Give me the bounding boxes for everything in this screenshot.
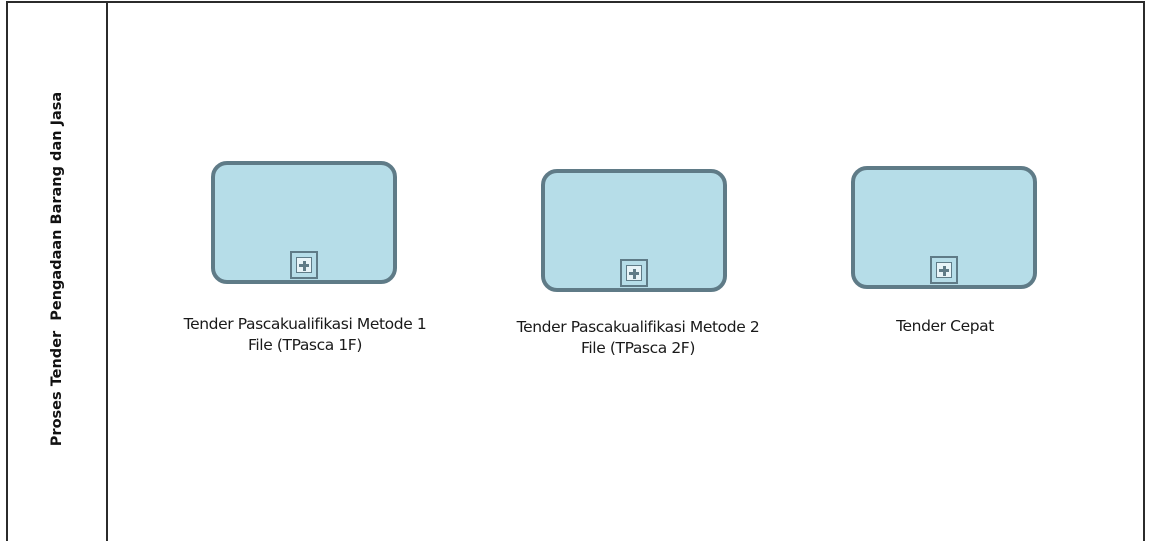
task-label-line1: Tender Pascakualifikasi Metode 1 bbox=[183, 315, 427, 333]
task-label-line1: Tender Pascakualifikasi Metode 2 bbox=[516, 318, 760, 336]
collapsed-subprocess-plus-icon[interactable] bbox=[290, 251, 318, 279]
plus-vertical-bar bbox=[632, 268, 636, 279]
task-label-tpasca-1f: Tender Pascakualifikasi Metode 1 File (T… bbox=[140, 314, 470, 356]
task-label-line2: File (TPasca 2F) bbox=[581, 339, 695, 357]
subprocess-task-tpasca-2f[interactable] bbox=[541, 169, 727, 292]
subprocess-task-tender-cepat[interactable] bbox=[851, 166, 1037, 289]
collapsed-subprocess-plus-icon[interactable] bbox=[930, 256, 958, 284]
plus-vertical-bar bbox=[942, 265, 946, 276]
task-label-tpasca-2f: Tender Pascakualifikasi Metode 2 File (T… bbox=[473, 317, 803, 359]
task-label-line1: Tender Cepat bbox=[896, 317, 994, 335]
plus-vertical-bar bbox=[302, 260, 306, 271]
lane-header[interactable]: Proses Tender Pengadaan Barang dan Jasa bbox=[8, 3, 108, 541]
lane-title: Proses Tender Pengadaan Barang dan Jasa bbox=[49, 91, 65, 447]
task-label-line2: File (TPasca 1F) bbox=[248, 336, 362, 354]
task-label-tender-cepat: Tender Cepat bbox=[805, 316, 1085, 337]
collapsed-subprocess-plus-icon[interactable] bbox=[620, 259, 648, 287]
subprocess-task-tpasca-1f[interactable] bbox=[211, 161, 397, 284]
